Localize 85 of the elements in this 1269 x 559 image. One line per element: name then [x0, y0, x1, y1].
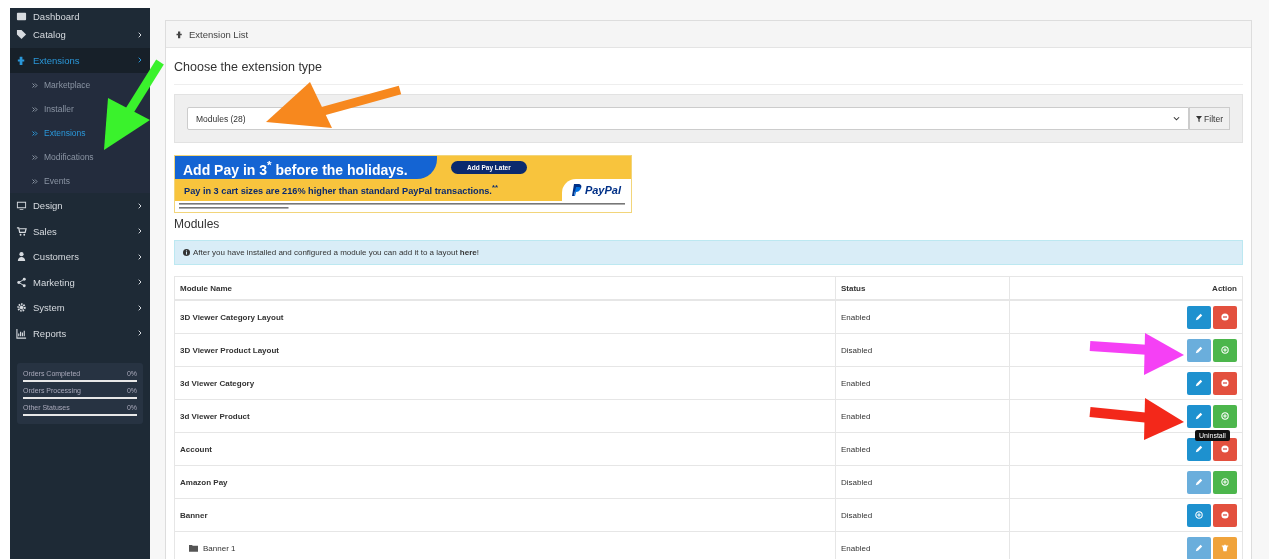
module-name: Amazon Pay: [180, 477, 228, 487]
ad-subline: Pay in 3 cart sizes are 216% higher than standard PayPal transactions.$^{**}$: [183, 183, 499, 197]
monitor-icon: [16, 200, 27, 212]
submenu-item[interactable]: Installer: [10, 97, 150, 121]
action-icon: [1195, 412, 1203, 420]
module-status: Enabled: [841, 411, 871, 421]
module-status: Enabled: [841, 312, 871, 322]
nav-item[interactable]: System: [10, 295, 150, 321]
user-icon: [16, 251, 27, 263]
puzzle-icon: [175, 29, 184, 39]
nav-item[interactable]: Design: [10, 193, 150, 219]
dashboard-icon: [16, 11, 27, 22]
delete-button[interactable]: [1213, 536, 1237, 559]
module-name: 3D Viewer Category Layout: [180, 312, 284, 322]
module-status: Enabled: [841, 444, 871, 454]
double-chevron-icon: [32, 154, 38, 160]
action-icon: [1195, 379, 1203, 387]
folder-icon: [189, 544, 198, 553]
module-name: 3d Viewer Product: [180, 411, 250, 421]
action-icon: [1221, 478, 1229, 486]
column-header: Status: [841, 283, 866, 293]
action-icon: [1195, 445, 1203, 453]
nav-item[interactable]: Catalog: [10, 22, 150, 48]
install-button[interactable]: [1213, 404, 1237, 428]
nav-item[interactable]: Reports: [10, 320, 150, 346]
double-chevron-icon: [32, 106, 38, 112]
action-icon: [1195, 478, 1203, 486]
action-icon: [1221, 379, 1229, 387]
uninstall-button[interactable]: [1213, 437, 1237, 461]
section-heading: Choose the extension type: [174, 48, 1243, 85]
install-button[interactable]: [1213, 338, 1237, 362]
install-button[interactable]: [1213, 470, 1237, 494]
module-name: Banner 1: [203, 543, 236, 553]
column-header: Action: [1212, 283, 1237, 293]
nav-item[interactable]: Extensions: [10, 47, 150, 73]
action-icon: [1195, 544, 1203, 552]
module-name: Account: [180, 444, 212, 454]
cart-icon: [16, 225, 27, 237]
layout-link[interactable]: here: [459, 248, 477, 257]
submenu-item[interactable]: Marketplace: [10, 73, 150, 97]
submenu-item[interactable]: Extensions: [10, 121, 150, 145]
action-icon: [1195, 511, 1203, 519]
action-icon: [1221, 445, 1229, 453]
add-button[interactable]: [1187, 503, 1211, 527]
module-name: 3d Viewer Category: [180, 378, 255, 388]
nav-item[interactable]: Marketing: [10, 269, 150, 295]
share-icon: [16, 276, 27, 288]
panel-title: Extension List: [189, 28, 249, 40]
alert-text: After you have installed and configured a module you can add it to a layout here!: [193, 248, 479, 257]
nav-item[interactable]: Customers: [10, 244, 150, 270]
module-status: Enabled: [841, 543, 871, 553]
paypal-logo: PayPal: [561, 179, 631, 201]
caret-icon: [1173, 115, 1181, 122]
edit-button[interactable]: [1187, 437, 1211, 461]
filter-button[interactable]: Filter: [1189, 107, 1230, 130]
double-chevron-icon: [32, 130, 38, 136]
ad-headline: Add Pay in 3$^{*}$ before the holidays.: [183, 157, 408, 178]
action-icon: [1221, 346, 1229, 354]
info-icon: [183, 249, 190, 256]
tag-icon: [16, 29, 27, 41]
double-chevron-icon: [32, 82, 38, 88]
nav-item[interactable]: Sales: [10, 218, 150, 244]
module-name: 3D Viewer Product Layout: [180, 345, 279, 355]
action-icon: [1221, 511, 1229, 519]
section-title: Modules: [174, 217, 221, 231]
nav-item[interactable]: Dashboard: [10, 8, 150, 22]
gear-icon: [16, 302, 27, 314]
action-icon: [1221, 544, 1229, 552]
submenu-item[interactable]: Events: [10, 169, 150, 193]
action-icon: [1221, 313, 1229, 321]
bar-chart-icon: [16, 327, 27, 339]
module-status: Disabled: [841, 510, 873, 520]
filter-icon: [1196, 115, 1203, 122]
puzzle-icon: [16, 54, 27, 66]
action-icon: [1195, 346, 1203, 354]
module-name: Banner: [180, 510, 208, 520]
action-icon: [1195, 313, 1203, 321]
column-header: Module Name: [180, 283, 232, 293]
submenu-item[interactable]: Modifications: [10, 145, 150, 169]
double-chevron-icon: [32, 178, 38, 184]
module-status: Disabled: [841, 345, 873, 355]
module-status: Enabled: [841, 378, 871, 388]
extension-type-select[interactable]: Modules (28): [187, 107, 1190, 130]
action-icon: [1221, 412, 1229, 420]
module-status: Disabled: [841, 477, 873, 487]
